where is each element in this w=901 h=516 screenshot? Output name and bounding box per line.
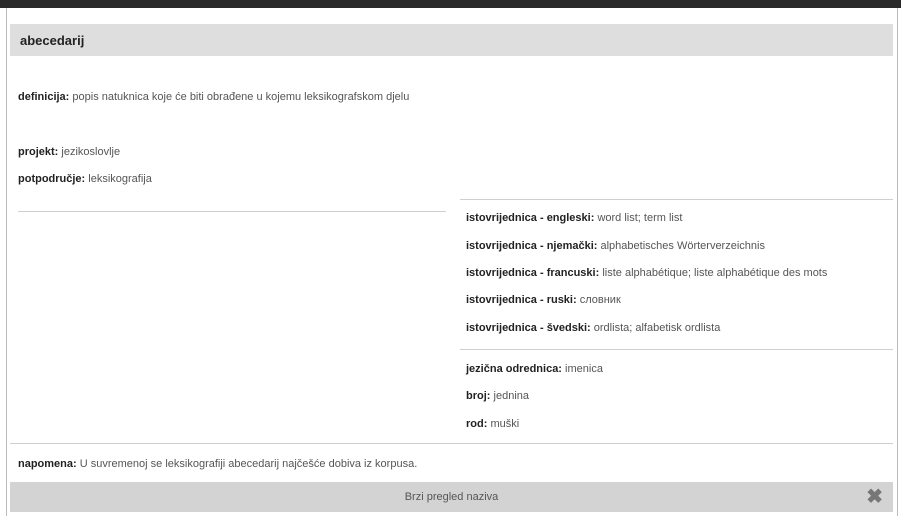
equivalent-row: istovrijednica - francuski: liste alphab… [466, 267, 827, 279]
equivalent-row: istovrijednica - engleski: word list; te… [466, 212, 682, 224]
subfield-value: leksikografija [88, 173, 152, 185]
grammar-row: jezična odrednica: imenica [466, 363, 603, 375]
definition-label: definicija: [18, 91, 70, 103]
equivalent-value: словник [579, 294, 621, 306]
equivalent-value: alphabetisches Wörterverzeichnis [600, 240, 765, 252]
equivalent-label: istovrijednica - engleski: [466, 212, 595, 224]
grammar-row: rod: muški [466, 418, 519, 430]
quick-preview-bar[interactable]: Brzi pregled naziva ✖ [10, 482, 893, 512]
dialog-frame [6, 8, 898, 516]
right-divider-mid [460, 349, 893, 350]
note-row: napomena: U suvremenoj se leksikografiji… [18, 458, 417, 470]
equivalent-value: liste alphabétique; liste alphabétique d… [602, 267, 828, 279]
subfield-label: potpodručje: [18, 173, 86, 185]
equivalent-row: istovrijednica - švedski: ordlista; alfa… [466, 322, 720, 334]
project-label: projekt: [18, 146, 59, 158]
equivalent-label: istovrijednica - njemački: [466, 240, 598, 252]
definition-row: definicija: popis natuknica koje će biti… [18, 91, 409, 103]
grammar-value: jednina [493, 390, 529, 402]
right-divider-top [460, 199, 893, 200]
grammar-value: imenica [565, 363, 603, 375]
grammar-label: rod: [466, 418, 488, 430]
quick-preview-label: Brzi pregled naziva [404, 491, 499, 503]
left-divider [18, 211, 446, 212]
bottom-divider [10, 443, 893, 444]
term-title: abecedarij [20, 33, 85, 48]
grammar-row: broj: jednina [466, 390, 529, 402]
equivalent-row: istovrijednica - njemački: alphabetische… [466, 240, 765, 252]
window-top-bar [0, 0, 901, 8]
equivalent-label: istovrijednica - ruski: [466, 294, 577, 306]
subfield-row: potpodručje: leksikografija [18, 173, 152, 185]
grammar-value: muški [490, 418, 520, 430]
grammar-label: broj: [466, 390, 491, 402]
dialog-header: abecedarij [10, 24, 893, 56]
note-label: napomena: [18, 458, 77, 470]
equivalent-label: istovrijednica - švedski: [466, 322, 591, 334]
grammar-label: jezična odrednica: [466, 363, 562, 375]
equivalent-value: ordlista; alfabetisk ordlista [593, 322, 721, 334]
project-value: jezikoslovlje [61, 146, 121, 158]
project-row: projekt: jezikoslovlje [18, 146, 120, 158]
equivalent-row: istovrijednica - ruski: словник [466, 294, 621, 306]
definition-value: popis natuknica koje će biti obrađene u … [72, 91, 410, 103]
equivalent-value: word list; term list [597, 212, 683, 224]
note-value: U suvremenoj se leksikografiji abecedari… [79, 458, 418, 470]
close-icon[interactable]: ✖ [866, 487, 883, 507]
equivalent-label: istovrijednica - francuski: [466, 267, 600, 279]
